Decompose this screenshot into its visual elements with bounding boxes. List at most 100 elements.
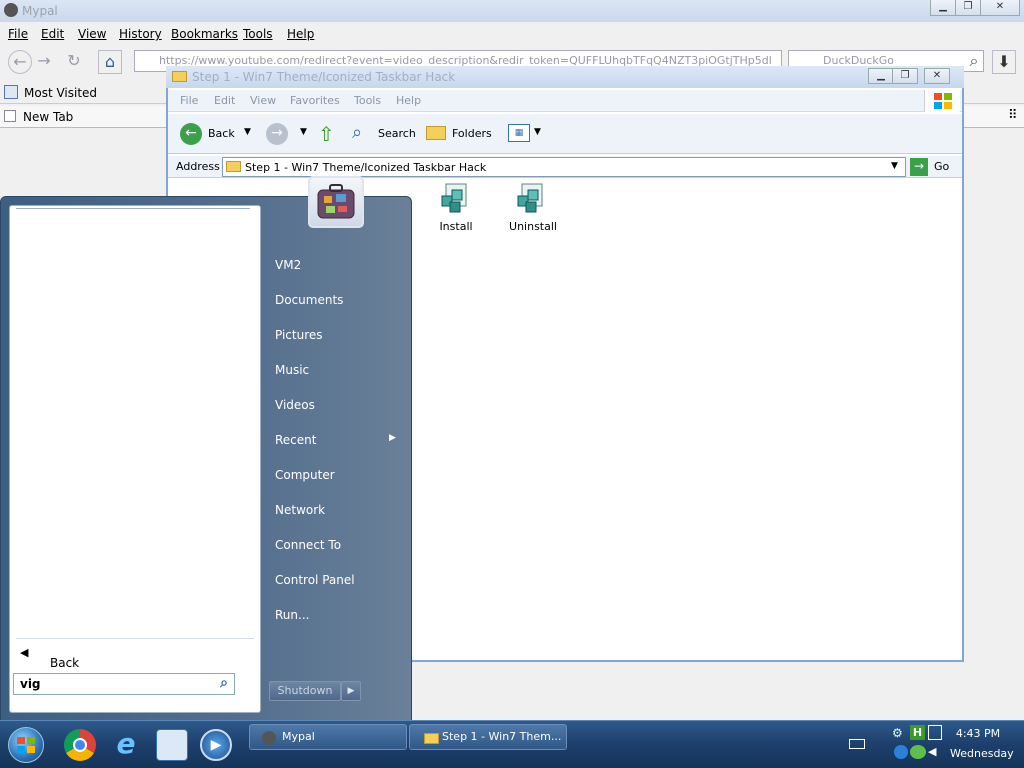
sm-item-vm2[interactable]: VM2 [275, 258, 301, 272]
tray-device-icon[interactable] [928, 725, 942, 740]
ex-search-button[interactable]: Search [378, 127, 416, 140]
forward-dropdown-icon[interactable]: ▼ [300, 127, 307, 137]
start-search-input[interactable]: vig ⌕ [13, 673, 235, 695]
tray-network-icon[interactable] [894, 745, 908, 759]
address-input[interactable]: Step 1 - Win7 Theme/Iconized Taskbar Hac… [222, 157, 906, 177]
back-arrow-icon[interactable]: ← [180, 123, 202, 145]
clock-day[interactable]: Wednesday [950, 747, 1014, 760]
documents-icon[interactable] [156, 729, 188, 761]
windows-logo-icon [924, 90, 960, 112]
start-button[interactable] [8, 727, 44, 763]
keyboard-icon[interactable] [849, 739, 865, 749]
tab-new-tab[interactable]: New Tab [23, 110, 73, 124]
address-bar: Address Step 1 - Win7 Theme/Iconized Tas… [168, 156, 962, 178]
install-file-icon[interactable] [438, 182, 472, 216]
sm-item-computer[interactable]: Computer [275, 468, 335, 482]
up-folder-icon[interactable]: ⇧ [318, 122, 335, 146]
menu-edit[interactable]: Edit [41, 27, 64, 41]
reload-icon[interactable]: ↻ [62, 50, 86, 74]
address-folder-icon [226, 161, 241, 172]
sm-item-documents[interactable]: Documents [275, 293, 343, 307]
shutdown-options-icon[interactable]: ▶ [341, 681, 361, 701]
sm-item-run[interactable]: Run... [275, 608, 309, 622]
ex-menu-tools[interactable]: Tools [354, 94, 381, 107]
go-button[interactable]: Go [934, 160, 949, 173]
task-mypal-label: Mypal [282, 730, 315, 743]
bookmark-most-visited[interactable]: Most Visited [24, 86, 97, 100]
menu-file[interactable]: File [8, 27, 28, 41]
home-icon[interactable]: ⌂ [98, 50, 122, 74]
mypal-task-icon [262, 731, 276, 745]
menu-tools[interactable]: Tools [243, 27, 273, 41]
browser-title-bar: Mypal ▁ ❐ ✕ [0, 0, 1024, 22]
explorer-minimize-button[interactable]: ▁ [868, 68, 894, 84]
divider [16, 638, 254, 639]
ex-back-button[interactable]: Back [208, 127, 235, 140]
start-search-value: vig [20, 677, 41, 691]
start-menu-programs-pane: ◀ Back [9, 205, 261, 713]
shutdown-button[interactable]: Shutdown [269, 681, 341, 701]
volume-icon[interactable]: ◀ [928, 745, 936, 758]
download-icon[interactable]: ⬇ [992, 50, 1016, 74]
start-menu: ◀ Back vig ⌕ VM2 Documents Pictures Musi… [0, 196, 412, 722]
sm-item-music[interactable]: Music [275, 363, 309, 377]
explorer-title-bar: Step 1 - Win7 Theme/Iconized Taskbar Hac… [166, 66, 964, 88]
task-explorer[interactable]: Step 1 - Win7 Them... [409, 724, 567, 750]
ex-folders-button[interactable]: Folders [452, 127, 492, 140]
start-menu-places-pane: VM2 Documents Pictures Music Videos Rece… [263, 197, 411, 723]
sm-item-control-panel[interactable]: Control Panel [275, 573, 355, 587]
menu-bookmarks[interactable]: Bookmarks [171, 27, 238, 41]
folder-task-icon [424, 733, 439, 744]
views-dropdown-icon[interactable]: ▼ [534, 127, 541, 137]
internet-explorer-icon[interactable]: e [110, 729, 142, 761]
search-magnifier-icon[interactable]: ⌕ [352, 122, 362, 143]
menu-view[interactable]: View [78, 27, 106, 41]
menu-history[interactable]: History [119, 27, 162, 41]
views-icon[interactable]: ▦ [508, 124, 530, 142]
tray-icon-1[interactable]: ⚙ [892, 726, 903, 740]
back-caret-icon[interactable]: ◀ [20, 646, 28, 659]
task-mypal[interactable]: Mypal [249, 724, 407, 750]
go-arrow-icon[interactable]: → [910, 158, 928, 176]
forward-icon[interactable]: → [32, 50, 56, 74]
mypal-logo-icon [4, 3, 18, 17]
media-player-icon[interactable]: ▶ [200, 729, 232, 761]
explorer-menu-bar: File Edit View Favorites Tools Help [168, 90, 962, 112]
ex-menu-favorites[interactable]: Favorites [290, 94, 340, 107]
ex-menu-file[interactable]: File [180, 94, 198, 107]
back-dropdown-icon[interactable]: ▼ [244, 127, 251, 137]
divider [16, 208, 250, 209]
uninstall-file-icon[interactable] [514, 182, 548, 216]
all-programs-back[interactable]: Back [50, 656, 79, 670]
page-icon [4, 110, 16, 122]
sm-item-videos[interactable]: Videos [275, 398, 315, 412]
sm-item-connect-to[interactable]: Connect To [275, 538, 341, 552]
sm-item-pictures[interactable]: Pictures [275, 328, 323, 342]
browser-menu-bar: File Edit View History Bookmarks Tools H… [0, 24, 1024, 44]
ex-menu-edit[interactable]: Edit [214, 94, 235, 107]
explorer-maximize-button[interactable]: ❐ [892, 68, 918, 84]
clock-time[interactable]: 4:43 PM [948, 727, 1008, 740]
search-icon[interactable]: ⌕ [962, 50, 986, 74]
ex-menu-view[interactable]: View [250, 94, 276, 107]
menu-help[interactable]: Help [287, 27, 314, 41]
tab-list-icon[interactable]: ⠿ [1008, 108, 1018, 123]
back-icon[interactable]: ← [8, 50, 32, 74]
forward-arrow-icon[interactable]: → [266, 123, 288, 145]
ex-menu-help[interactable]: Help [396, 94, 421, 107]
tray-globe-icon[interactable] [910, 745, 926, 759]
address-dropdown-icon[interactable]: ▼ [891, 161, 898, 171]
file-install-label[interactable]: Install [421, 220, 491, 233]
file-uninstall-label[interactable]: Uninstall [498, 220, 568, 233]
search-icon[interactable]: ⌕ [220, 675, 228, 691]
user-avatar [308, 176, 364, 228]
sm-item-recent[interactable]: Recent [275, 433, 316, 447]
close-button[interactable]: ✕ [980, 0, 1020, 16]
tray-h-icon[interactable]: H [910, 725, 925, 740]
chrome-icon[interactable] [64, 729, 96, 761]
maximize-button[interactable]: ❐ [955, 0, 981, 16]
minimize-button[interactable]: ▁ [930, 0, 956, 16]
folders-icon [426, 126, 446, 140]
sm-item-network[interactable]: Network [275, 503, 325, 517]
explorer-close-button[interactable]: ✕ [924, 68, 950, 84]
